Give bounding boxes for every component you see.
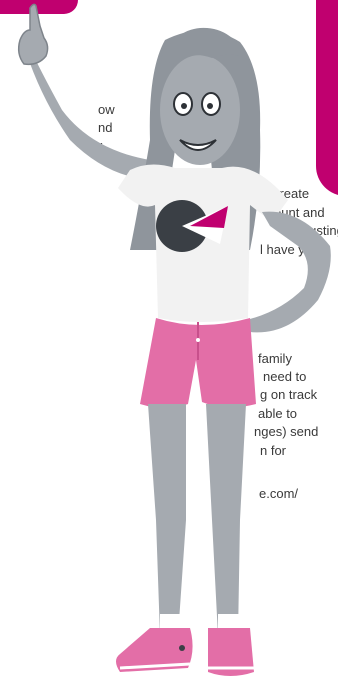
girl-character-illustration: [17, 3, 331, 676]
